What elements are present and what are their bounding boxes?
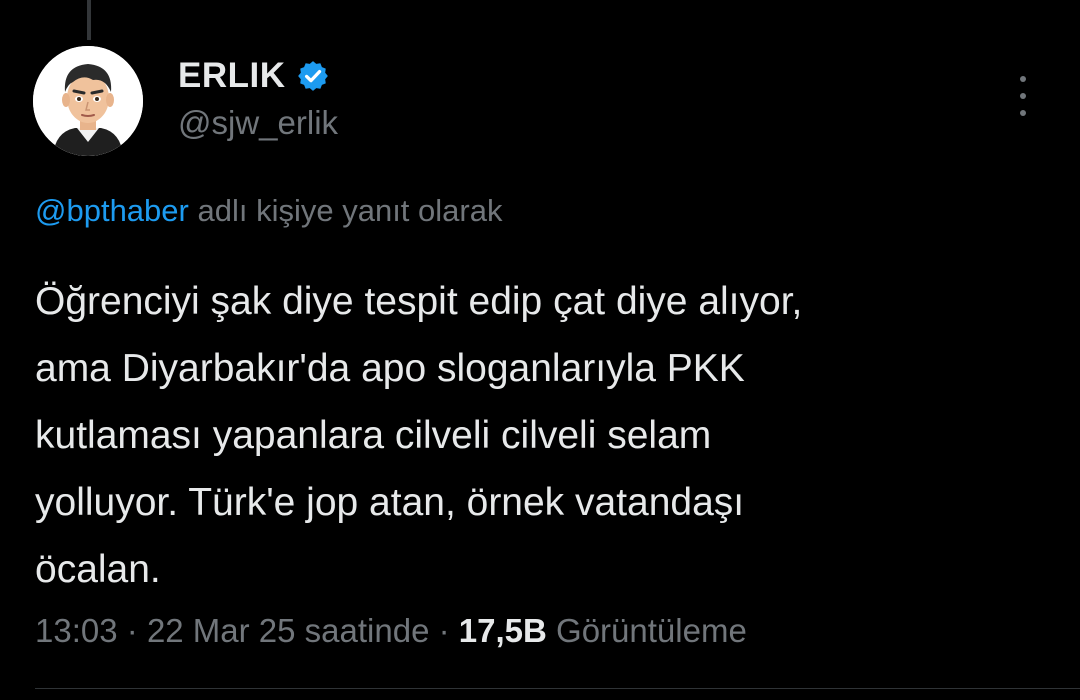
- views-label: Görüntüleme: [556, 612, 747, 649]
- tweet-text: Öğrenciyi şak diye tespit edip çat diye …: [35, 268, 1065, 603]
- more-dot-icon: [1020, 110, 1026, 116]
- reply-context-text: adlı kişiye yanıt olarak: [197, 193, 503, 228]
- verified-badge-icon[interactable]: [296, 59, 330, 93]
- tweet-time[interactable]: 13:03: [35, 612, 118, 649]
- tweet-metadata: 13:03 · 22 Mar 25 saatinde · 17,5B Görün…: [35, 612, 747, 650]
- divider: [35, 688, 1080, 689]
- tweet-text-line: Öğrenciyi şak diye tespit edip çat diye …: [35, 280, 803, 323]
- avatar[interactable]: [33, 46, 143, 156]
- reply-mention-link[interactable]: @bpthaber: [35, 193, 189, 228]
- tweet-text-line: öcalan.: [35, 548, 161, 591]
- more-dot-icon: [1020, 76, 1026, 82]
- author-name-row: ERLIK: [178, 56, 338, 96]
- views-count: 17,5B: [458, 612, 547, 649]
- tweet-text-line: ama Diyarbakır'da apo sloganlarıyla PKK: [35, 347, 745, 390]
- author-handle[interactable]: @sjw_erlik: [178, 104, 338, 142]
- meta-separator: ·: [438, 612, 450, 649]
- tweet-date[interactable]: 22 Mar 25 saatinde: [147, 612, 430, 649]
- cartoon-man-avatar-icon: [33, 46, 143, 156]
- more-options-button[interactable]: [1008, 76, 1038, 116]
- tweet-author[interactable]: ERLIK @sjw_erlik: [178, 56, 338, 142]
- thread-connector-line: [87, 0, 91, 40]
- reply-context: @bpthaber adlı kişiye yanıt olarak: [35, 193, 502, 229]
- tweet-text-line: kutlaması yapanlara cilveli cilveli sela…: [35, 414, 712, 457]
- more-dot-icon: [1020, 93, 1026, 99]
- meta-separator: ·: [126, 612, 138, 649]
- tweet-text-line: yolluyor. Türk'e jop atan, örnek vatanda…: [35, 481, 745, 524]
- author-display-name[interactable]: ERLIK: [178, 56, 286, 96]
